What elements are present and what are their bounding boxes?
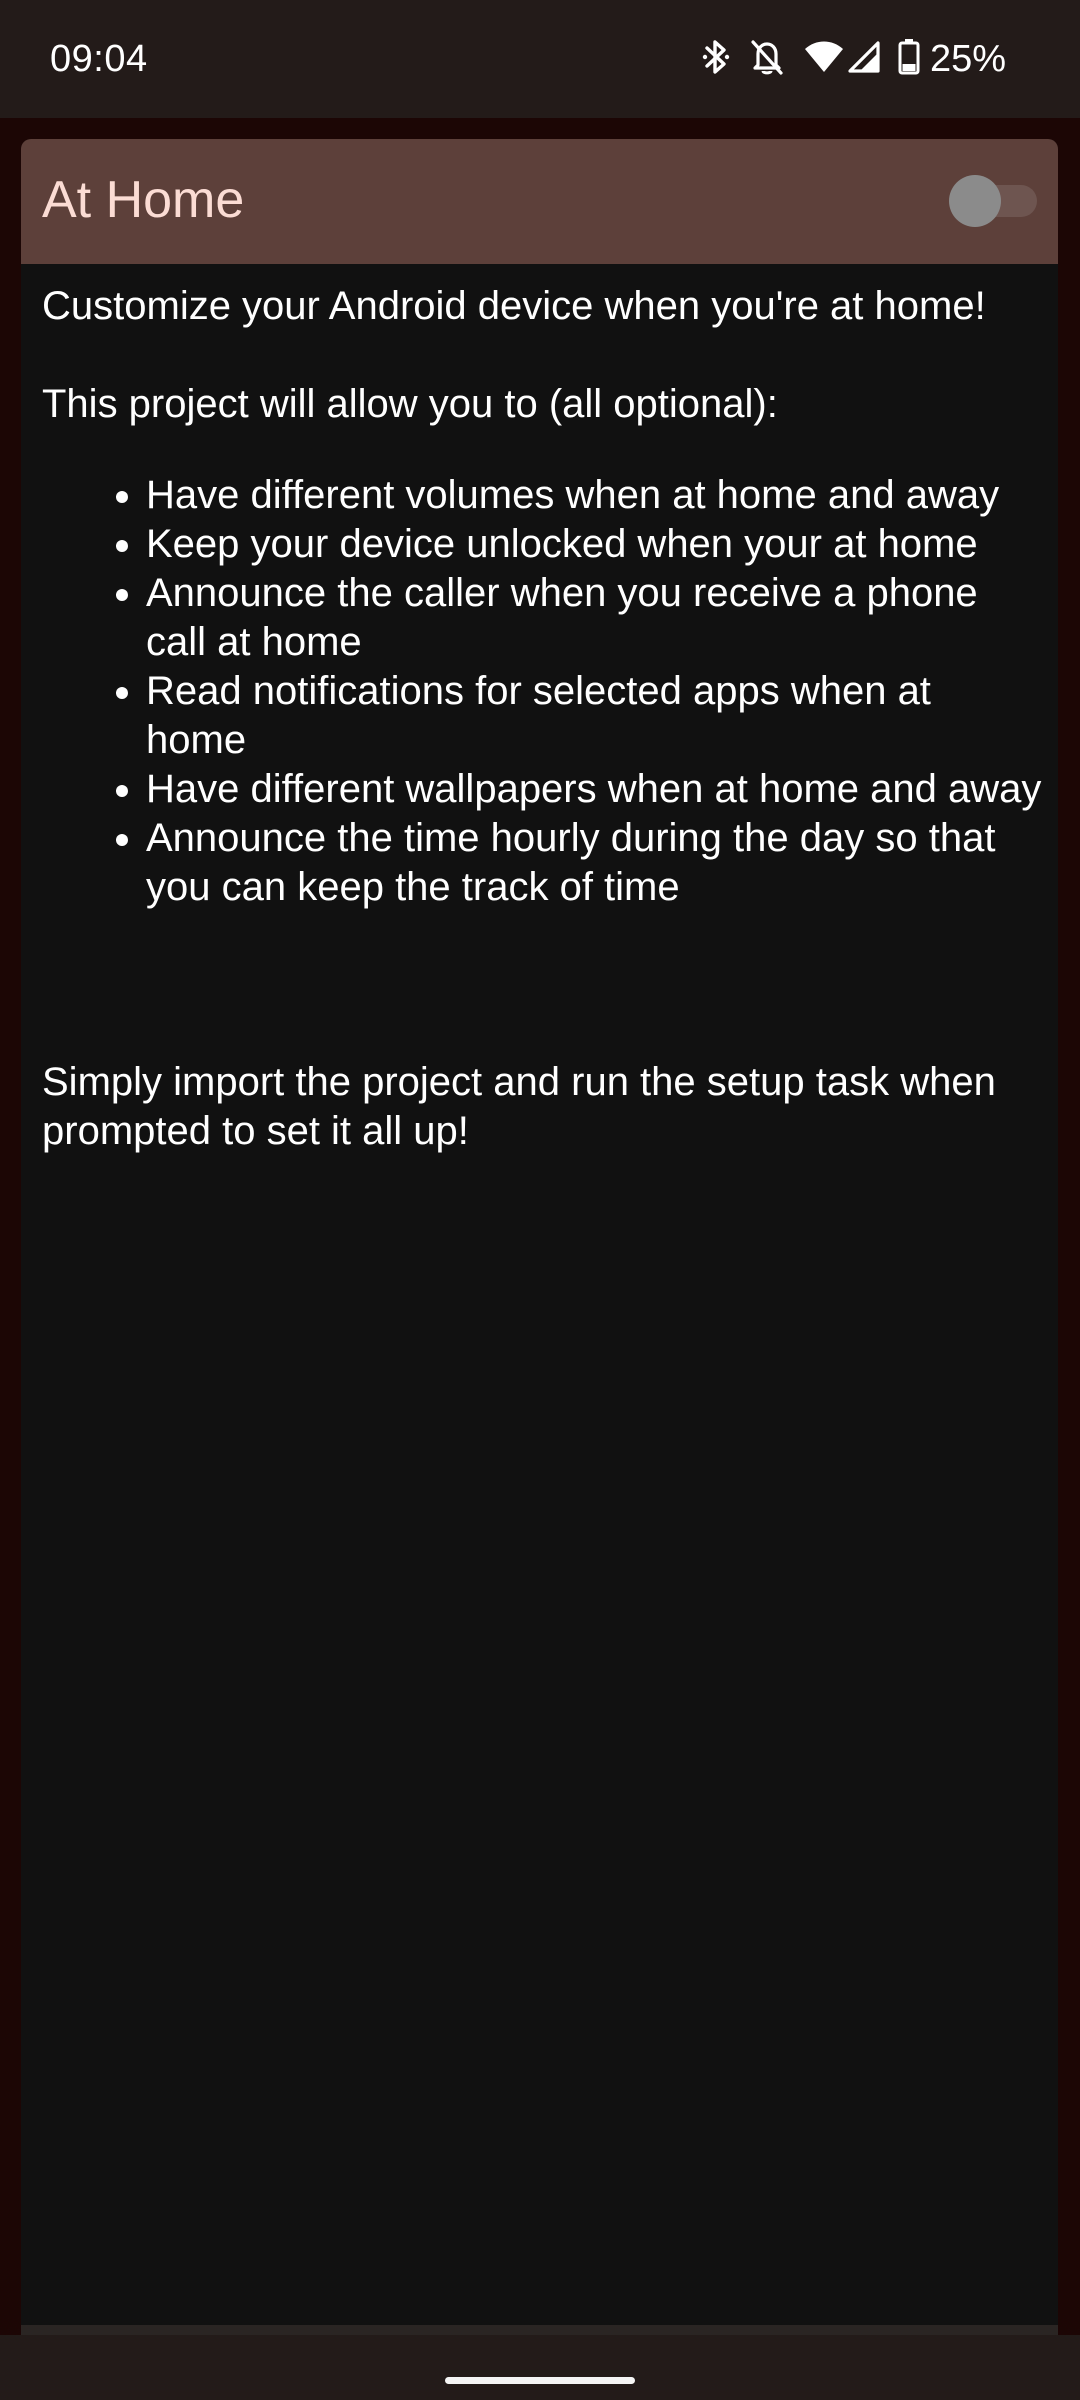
wifi-icon [804, 40, 844, 79]
outro-text: Simply import the project and run the se… [42, 1060, 996, 1153]
feature-list: Have different volumes when at home and … [42, 471, 1042, 912]
feature-item: Announce the caller when you receive a p… [146, 569, 1042, 667]
feature-item: Keep your device unlocked when your at h… [146, 520, 1042, 569]
battery-icon [898, 38, 920, 80]
cell-signal-icon [848, 40, 880, 78]
status-icons: 25% [684, 34, 1006, 84]
notifications-off-icon [748, 37, 786, 82]
card-bottom-divider [21, 2325, 1058, 2335]
battery-percent: 25% [929, 38, 1006, 80]
navigation-bar [0, 2335, 1080, 2400]
card-header: At Home [21, 139, 1058, 264]
status-time: 09:04 [50, 38, 148, 80]
lead-text: This project will allow you to (all opti… [42, 382, 778, 426]
enable-toggle[interactable] [949, 175, 1039, 227]
toggle-thumb [949, 175, 1001, 227]
intro-text: Customize your Android device when you'r… [42, 284, 986, 328]
feature-item: Announce the time hourly during the day … [146, 814, 1042, 912]
card-title: At Home [42, 171, 245, 229]
project-card: At Home Customize your Android device wh… [21, 139, 1058, 2335]
feature-item: Read notifications for selected apps whe… [146, 667, 1042, 765]
home-gesture-handle[interactable] [445, 2377, 635, 2384]
card-description: Customize your Android device when you'r… [42, 282, 1042, 1156]
feature-item: Have different wallpapers when at home a… [146, 765, 1042, 814]
bluetooth-icon [702, 37, 730, 82]
feature-item: Have different volumes when at home and … [146, 471, 1042, 520]
status-bar: 09:04 25% [0, 0, 1080, 118]
